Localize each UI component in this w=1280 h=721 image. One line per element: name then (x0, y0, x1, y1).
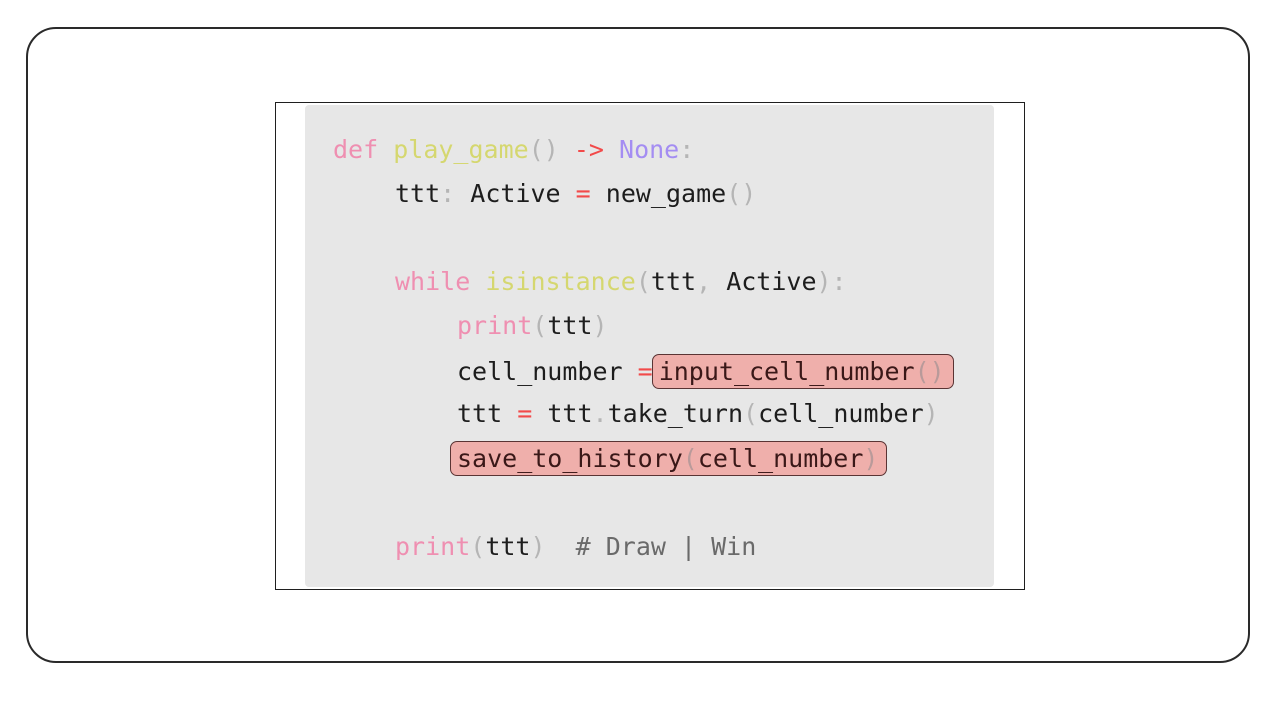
annotation-colon: : (440, 179, 456, 208)
code-slide: def play_game() -> None: ttt: Active = n… (275, 102, 1025, 590)
type-active: Active (470, 179, 561, 208)
var-ttt: ttt (395, 179, 441, 208)
arg-ttt: ttt (650, 267, 697, 296)
code-line-take-turn: ttt = ttt.take_turn(cell_number) (457, 397, 939, 431)
code-line-print-ttt: print(ttt) (457, 309, 608, 343)
parens: () (528, 135, 559, 164)
assign-op: = (517, 399, 533, 428)
result-comment: # Draw | Win (575, 532, 757, 561)
assign-op: = (637, 357, 653, 386)
canvas: def play_game() -> None: ttt: Active = n… (0, 0, 1280, 721)
method-take-turn: take_turn (607, 399, 744, 428)
code-line-while: while isinstance(ttt, Active): (395, 265, 847, 299)
call-save-to-history: save_to_history (457, 444, 683, 473)
lparen: ( (532, 311, 548, 340)
colon: : (679, 135, 695, 164)
rparen: ) (923, 399, 939, 428)
highlight-save-to-history: save_to_history(cell_number) (450, 441, 888, 476)
code-line-save-history: save_to_history(cell_number) (450, 441, 888, 476)
call-new-game: new_game (605, 179, 727, 208)
arg-cell-number: cell_number (697, 444, 864, 473)
rparen: ) (863, 444, 879, 473)
arg-ttt: ttt (485, 532, 531, 561)
var-cell-number: cell_number (457, 357, 623, 386)
parens: () (914, 357, 945, 386)
while-keyword: while (395, 267, 471, 296)
rparen-colon: ): (816, 267, 847, 296)
def-keyword: def (333, 135, 379, 164)
lparen: ( (470, 532, 486, 561)
return-type: None (619, 135, 680, 164)
code-line-new-game: ttt: Active = new_game() (395, 177, 756, 211)
highlight-input-cell-number: input_cell_number() (651, 354, 954, 389)
arg-ttt: ttt (547, 311, 593, 340)
lparen: ( (635, 267, 651, 296)
print-call: print (457, 311, 533, 340)
rparen: ) (530, 532, 546, 561)
function-name: play_game (393, 135, 529, 164)
arg-cell-number: cell_number (758, 399, 924, 428)
rparen: ) (592, 311, 608, 340)
code-line-def: def play_game() -> None: (333, 133, 694, 167)
call-input-cell-number: input_cell_number (658, 357, 915, 386)
code-block: def play_game() -> None: ttt: Active = n… (305, 105, 994, 587)
dot: . (592, 399, 608, 428)
var-ttt: ttt (457, 399, 503, 428)
return-arrow: -> (573, 135, 604, 164)
comma: , (696, 267, 712, 296)
obj-ttt: ttt (547, 399, 593, 428)
assign-op: = (575, 179, 591, 208)
lparen: ( (682, 444, 698, 473)
isinstance-call: isinstance (485, 267, 636, 296)
code-line-final-print: print(ttt) # Draw | Win (395, 530, 756, 564)
print-call: print (395, 532, 471, 561)
arg-active: Active (726, 267, 817, 296)
code-line-cell-number: cell_number = input_cell_number() (457, 354, 954, 389)
parens: () (726, 179, 757, 208)
lparen: ( (743, 399, 759, 428)
